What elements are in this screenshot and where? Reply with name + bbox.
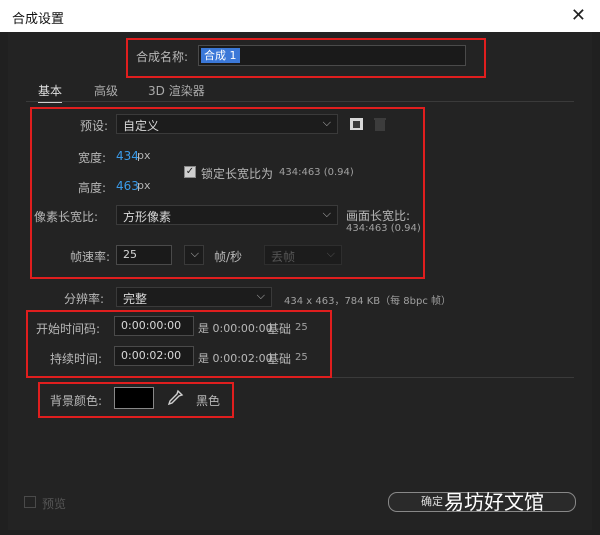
frame-rate-input[interactable]: 25 — [116, 245, 172, 265]
chevron-down-icon: ⌵ — [256, 289, 265, 302]
pixel-aspect-label: 像素长宽比: — [34, 210, 99, 224]
resolution-info: 434 x 463，784 KB（每 8bpc 帧） — [284, 296, 452, 307]
background-color-swatch[interactable] — [114, 387, 154, 409]
save-preset-icon[interactable] — [348, 115, 366, 133]
section-divider — [26, 377, 574, 378]
drop-frame-select: 丢帧 ⌵ — [264, 245, 342, 265]
dialog-body — [8, 32, 592, 530]
height-unit: px — [137, 179, 151, 192]
width-value[interactable]: 434 — [116, 149, 139, 163]
lock-ratio-label: 锁定长宽比为 — [201, 167, 274, 181]
start-timecode-value: 0:00:00:00 — [121, 319, 182, 332]
chevron-down-icon: ⌵ — [322, 116, 331, 129]
window-title: 合成设置 — [12, 12, 65, 27]
comp-name-input[interactable]: 合成 1 — [198, 45, 466, 66]
preset-select[interactable]: 自定义 ⌵ — [116, 114, 338, 134]
lock-ratio-checkbox[interactable]: ✓ — [184, 166, 196, 178]
duration-base-label: 基础 — [267, 352, 292, 366]
tab-divider — [26, 101, 574, 102]
pixel-aspect-select[interactable]: 方形像素 ⌵ — [116, 205, 338, 225]
background-color-name: 黑色 — [196, 394, 221, 408]
resolution-label: 分辨率: — [64, 292, 105, 306]
ok-button-label: 确定 — [421, 495, 443, 508]
background-color-label: 背景颜色: — [50, 394, 103, 408]
chevron-down-icon: ⌵ — [326, 247, 335, 260]
tab-basic[interactable]: 基本 — [38, 82, 63, 103]
resolution-value: 完整 — [123, 292, 148, 306]
duration-value: 0:00:02:00 — [121, 349, 182, 362]
eyedropper-icon[interactable] — [166, 389, 184, 407]
start-timecode-equals: 是 0:00:00:00 — [198, 322, 273, 335]
delete-preset-icon[interactable] — [371, 115, 389, 133]
resolution-select[interactable]: 完整 ⌵ — [116, 287, 272, 307]
height-label: 高度: — [78, 181, 107, 195]
pixel-aspect-value: 方形像素 — [123, 210, 172, 224]
comp-name-value: 合成 1 — [201, 48, 240, 63]
drop-frame-value: 丢帧 — [271, 250, 296, 264]
lock-ratio-value: 434:463 (0.94) — [279, 167, 354, 178]
preset-value: 自定义 — [123, 119, 160, 133]
preview-checkbox[interactable] — [24, 496, 36, 508]
duration-base-value: 25 — [295, 352, 308, 363]
width-unit: px — [137, 149, 151, 162]
preset-label: 预设: — [80, 119, 109, 133]
duration-label: 持续时间: — [50, 352, 103, 366]
chevron-down-icon: ⌵ — [322, 207, 331, 220]
frame-rate-unit: 帧/秒 — [214, 250, 243, 264]
width-label: 宽度: — [78, 151, 107, 165]
frame-aspect-label: 画面长宽比: — [346, 209, 411, 223]
start-base-value: 25 — [295, 322, 308, 333]
frame-aspect-value: 434:463 (0.94) — [346, 223, 421, 234]
frame-rate-dropdown[interactable]: ⌵ — [184, 245, 204, 265]
start-timecode-label: 开始时间码: — [36, 322, 101, 336]
watermark-text: 易坊好文馆 — [444, 490, 544, 514]
tab-3d-renderer[interactable]: 3D 渲染器 — [148, 82, 205, 99]
height-value[interactable]: 463 — [116, 179, 139, 193]
preview-label: 预览 — [42, 497, 67, 511]
duration-input[interactable]: 0:00:02:00 — [114, 346, 194, 366]
tab-advanced[interactable]: 高级 — [94, 82, 118, 99]
close-icon[interactable]: ✕ — [571, 5, 586, 26]
start-base-label: 基础 — [267, 322, 292, 336]
comp-name-label: 合成名称: — [136, 50, 189, 64]
chevron-down-icon: ⌵ — [190, 247, 199, 260]
title-bar: 合成设置 ✕ — [0, 0, 600, 32]
frame-rate-value: 25 — [123, 248, 137, 261]
frame-rate-label: 帧速率: — [70, 250, 111, 264]
start-timecode-input[interactable]: 0:00:00:00 — [114, 316, 194, 336]
duration-equals: 是 0:00:02:00 — [198, 352, 273, 365]
